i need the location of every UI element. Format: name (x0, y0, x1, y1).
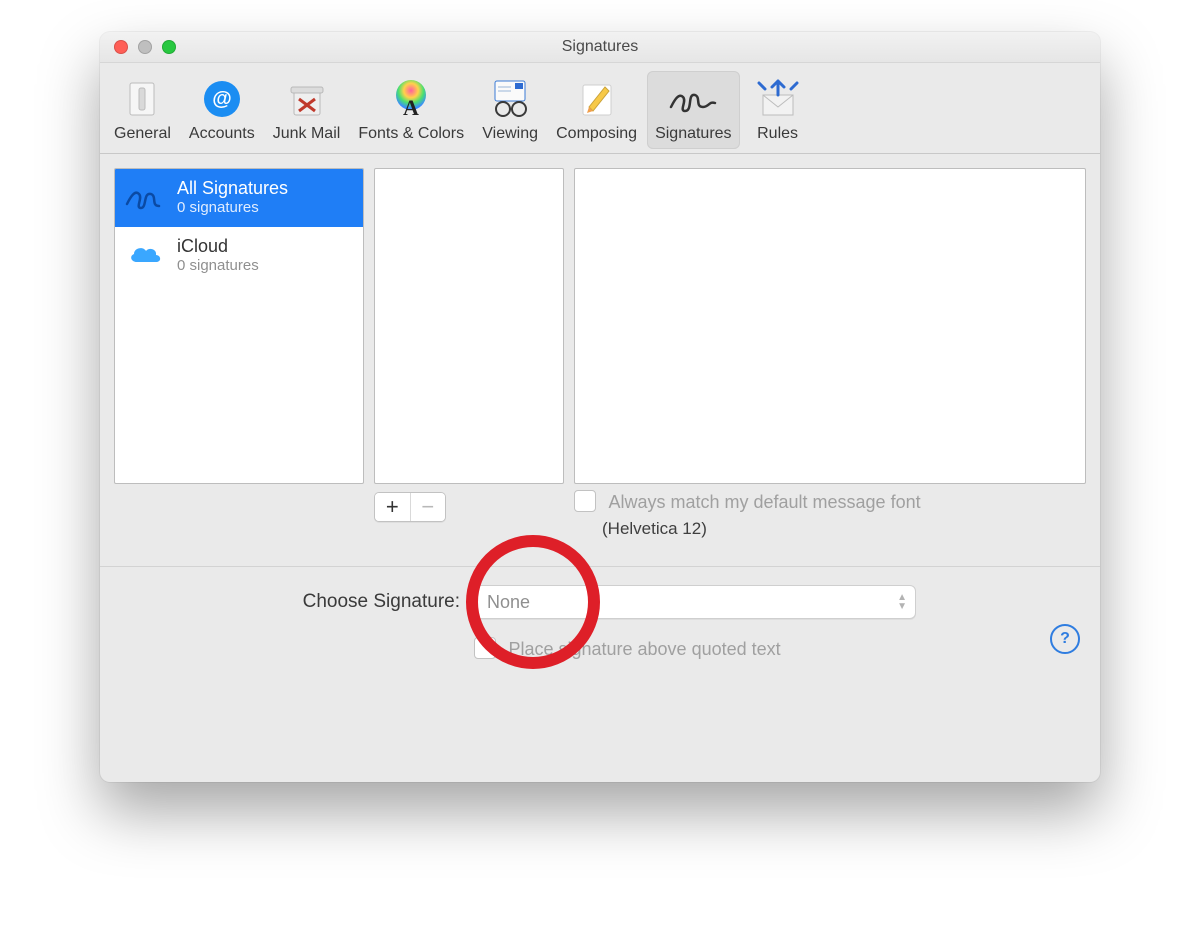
help-button[interactable]: ? (1050, 624, 1080, 654)
tab-fonts-colors[interactable]: A Fonts & Colors (350, 71, 472, 149)
tab-label: General (114, 125, 171, 143)
tab-label: Junk Mail (273, 125, 341, 143)
place-above-control[interactable]: Place signature above quoted text (474, 637, 781, 660)
add-signature-button[interactable]: + (375, 493, 410, 521)
divider (100, 566, 1100, 567)
tab-composing[interactable]: Composing (548, 71, 645, 149)
signatures-icon (665, 75, 721, 123)
choose-signature-select[interactable]: None ▲▼ (474, 585, 916, 619)
account-item-all[interactable]: All Signatures 0 signatures (115, 169, 363, 227)
tab-label: Fonts & Colors (358, 125, 464, 143)
account-title: All Signatures (177, 178, 288, 199)
account-subtitle: 0 signatures (177, 199, 288, 216)
match-font-checkbox[interactable] (574, 490, 596, 512)
default-font-value: (Helvetica 12) (602, 519, 1086, 539)
place-above-row: Place signature above quoted text (120, 637, 1080, 660)
tab-label: Viewing (482, 125, 538, 143)
help-icon: ? (1060, 630, 1070, 648)
svg-text:@: @ (212, 88, 232, 110)
fonts-colors-icon: A (383, 75, 439, 123)
resize-grip-icon[interactable] (561, 310, 564, 342)
window-title: Signatures (100, 38, 1100, 56)
minus-icon: − (421, 494, 434, 519)
place-above-checkbox[interactable] (474, 637, 496, 659)
signature-glyph-icon (123, 177, 167, 217)
rules-icon (750, 75, 806, 123)
place-above-label: Place signature above quoted text (508, 639, 780, 659)
tab-signatures[interactable]: Signatures (647, 71, 740, 149)
match-font-label: Always match my default message font (608, 492, 920, 512)
tab-label: Rules (757, 125, 798, 143)
junk-icon (279, 75, 335, 123)
choose-signature-label: Choose Signature: (120, 591, 474, 613)
signature-list-pane[interactable] (374, 168, 564, 484)
preferences-window: Signatures General @ (100, 32, 1100, 782)
accounts-icon: @ (194, 75, 250, 123)
viewing-icon (482, 75, 538, 123)
plus-icon: + (386, 494, 399, 519)
signature-editor-pane[interactable] (574, 168, 1086, 484)
tab-general[interactable]: General (106, 71, 179, 149)
account-title: iCloud (177, 236, 259, 257)
tab-junk-mail[interactable]: Junk Mail (265, 71, 349, 149)
stepper-icon: ▲▼ (897, 593, 907, 611)
tab-accounts[interactable]: @ Accounts (181, 71, 263, 149)
tab-label: Signatures (655, 125, 732, 143)
choose-signature-row: Choose Signature: None ▲▼ (120, 585, 1080, 619)
tab-rules[interactable]: Rules (742, 71, 814, 149)
tab-label: Composing (556, 125, 637, 143)
account-item-icloud[interactable]: iCloud 0 signatures (115, 227, 363, 285)
tab-label: Accounts (189, 125, 255, 143)
icloud-icon (123, 235, 167, 275)
remove-signature-button[interactable]: − (410, 493, 446, 521)
accounts-pane[interactable]: All Signatures 0 signatures iCloud 0 (114, 168, 364, 484)
composing-icon (569, 75, 625, 123)
general-icon (114, 75, 170, 123)
choose-signature-value: None (487, 592, 530, 613)
match-font-row[interactable]: Always match my default message font (574, 490, 1086, 513)
tab-viewing[interactable]: Viewing (474, 71, 546, 149)
add-remove-pair: + − (374, 492, 446, 522)
svg-text:A: A (403, 95, 419, 120)
preferences-toolbar: General @ Accounts (100, 63, 1100, 154)
account-subtitle: 0 signatures (177, 257, 259, 274)
resize-grip-icon[interactable] (361, 310, 364, 342)
titlebar: Signatures (100, 32, 1100, 63)
signatures-body: All Signatures 0 signatures iCloud 0 (100, 154, 1100, 674)
